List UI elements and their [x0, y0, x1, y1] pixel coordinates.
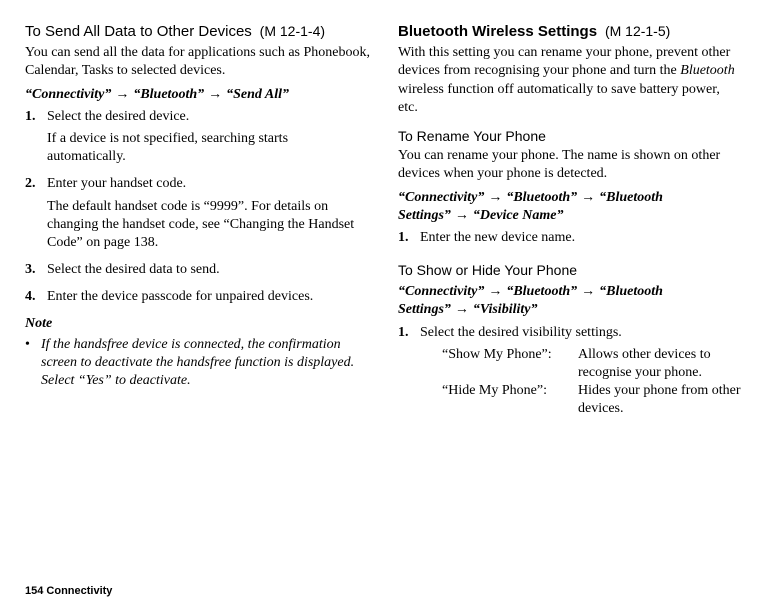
left-steps: 1. Select the desired device. If a devic… [25, 108, 370, 311]
visibility-path: “Connectivity”→“Bluetooth”→“Bluetooth Se… [398, 283, 743, 319]
step-text: Enter your handset code. [47, 175, 370, 193]
arrow-icon: → [488, 190, 502, 205]
option-row: “Show My Phone”: Allows other devices to… [442, 346, 743, 382]
step-body: Enter your handset code. The default han… [47, 175, 370, 256]
option-label: “Show My Phone”: [442, 346, 578, 382]
visibility-steps: 1. Select the desired visibility setting… [398, 324, 743, 419]
option-desc: Allows other devices to recognise your p… [578, 346, 743, 382]
step-body: Select the desired device. If a device i… [47, 108, 370, 171]
path-part: “Bluetooth” [506, 284, 577, 299]
arrow-icon: → [488, 284, 502, 299]
rename-steps: 1. Enter the new device name. [398, 229, 743, 251]
path-part: “Device Name” [473, 208, 564, 223]
rename-heading: To Rename Your Phone [398, 127, 743, 145]
arrow-icon: → [455, 208, 469, 223]
arrow-icon: → [208, 87, 222, 102]
right-column: Bluetooth Wireless Settings (M 12-1-5) W… [398, 22, 743, 424]
option-row: “Hide My Phone”: Hides your phone from o… [442, 382, 743, 418]
step-1: 1. Enter the new device name. [398, 229, 743, 251]
visibility-options: “Show My Phone”: Allows other devices to… [442, 346, 743, 419]
intro-post: wireless function off automatically to s… [398, 82, 720, 115]
note-text: If the handsfree device is connected, th… [41, 336, 370, 391]
step-number: 3. [25, 261, 47, 283]
left-path: “Connectivity” → “Bluetooth” → “Send All” [25, 86, 370, 104]
step-body: Enter the new device name. [420, 229, 743, 251]
path-part: “Bluetooth” [133, 87, 204, 102]
bullet-icon: • [25, 336, 41, 391]
step-text: Select the desired device. [47, 108, 370, 126]
right-heading: Bluetooth Wireless Settings [398, 23, 597, 40]
rename-path: “Connectivity”→“Bluetooth”→“Bluetooth Se… [398, 189, 743, 225]
path-part: “Connectivity” [398, 190, 484, 205]
option-desc: Hides your phone from other devices. [578, 382, 743, 418]
left-menu-ref: (M 12-1-4) [256, 23, 325, 39]
page-footer: 154 Connectivity [25, 584, 743, 598]
note-heading: Note [25, 315, 370, 333]
right-menu-ref: (M 12-1-5) [601, 23, 670, 39]
arrow-icon: → [581, 190, 595, 205]
step-body: Select the desired visibility settings. … [420, 324, 743, 419]
visibility-heading: To Show or Hide Your Phone [398, 261, 743, 279]
step-1: 1. Select the desired visibility setting… [398, 324, 743, 419]
step-2: 2. Enter your handset code. The default … [25, 175, 370, 256]
path-part: “Visibility” [473, 302, 538, 317]
step-number: 1. [25, 108, 47, 171]
step-number: 4. [25, 288, 47, 310]
step-4: 4. Enter the device passcode for unpaire… [25, 288, 370, 310]
arrow-icon: → [581, 284, 595, 299]
heading-row: Bluetooth Wireless Settings (M 12-1-5) [398, 22, 743, 42]
option-label: “Hide My Phone”: [442, 382, 578, 418]
step-body: Enter the device passcode for unpaired d… [47, 288, 370, 310]
content-columns: To Send All Data to Other Devices (M 12-… [25, 22, 743, 424]
arrow-icon: → [115, 87, 129, 102]
path-part: “Send All” [226, 87, 289, 102]
step-number: 1. [398, 229, 420, 251]
heading-row: To Send All Data to Other Devices (M 12-… [25, 22, 370, 42]
rename-intro: You can rename your phone. The name is s… [398, 147, 743, 183]
arrow-icon: → [455, 302, 469, 317]
intro-italic: Bluetooth [680, 63, 734, 78]
step-subtext: If a device is not specified, searching … [47, 130, 370, 166]
path-part: “Bluetooth” [506, 190, 577, 205]
step-1: 1. Select the desired device. If a devic… [25, 108, 370, 171]
step-text: Enter the new device name. [420, 229, 743, 247]
path-part: “Connectivity” [25, 87, 111, 102]
step-body: Select the desired data to send. [47, 261, 370, 283]
note-item: • If the handsfree device is connected, … [25, 336, 370, 391]
left-intro: You can send all the data for applicatio… [25, 44, 370, 80]
right-intro: With this setting you can rename your ph… [398, 44, 743, 117]
step-text: Select the desired data to send. [47, 261, 370, 279]
left-heading: To Send All Data to Other Devices [25, 23, 252, 40]
step-subtext: The default handset code is “9999”. For … [47, 198, 370, 253]
step-3: 3. Select the desired data to send. [25, 261, 370, 283]
step-number: 2. [25, 175, 47, 256]
step-text: Select the desired visibility settings. [420, 324, 743, 342]
left-column: To Send All Data to Other Devices (M 12-… [25, 22, 370, 424]
step-text: Enter the device passcode for unpaired d… [47, 288, 370, 306]
step-number: 1. [398, 324, 420, 419]
path-part: “Connectivity” [398, 284, 484, 299]
